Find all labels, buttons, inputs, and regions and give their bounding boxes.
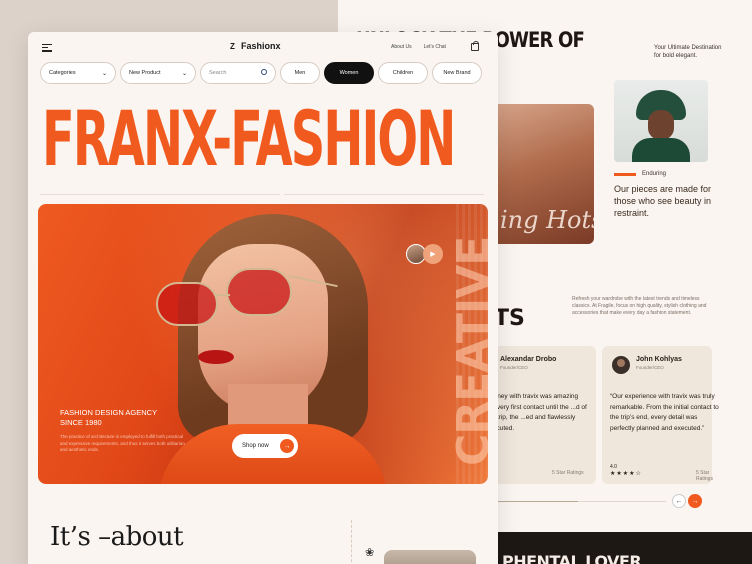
filter-men-label: Men — [294, 70, 306, 76]
shop-now-button[interactable]: Shop now → — [232, 434, 298, 458]
testimonial-name: John Kohlyas — [636, 356, 682, 363]
testimonial-quote: ...urney with travix was amazing ...e ve… — [486, 393, 587, 432]
new-product-dropdown[interactable]: New Product ⌄ — [120, 62, 196, 84]
destination-line-1: Your Ultimate Destination — [654, 45, 722, 51]
nav-about-us[interactable]: About Us — [391, 44, 412, 50]
top-nav: Z Fashionx About Us Let's Chat — [28, 32, 498, 62]
ratings-label: 5 Star Ratings — [696, 470, 713, 482]
hero-banner: CREATIVE ▶ FASHION DESIGN AGENCY SINCE 1… — [38, 204, 488, 484]
brand-logo[interactable]: Z Fashionx — [228, 41, 281, 51]
photo-script-text: ing Hots — [500, 206, 594, 234]
hat-model-photo — [614, 80, 708, 162]
arrow-left-icon: ← — [675, 497, 683, 505]
menu-icon[interactable] — [42, 44, 52, 52]
next-button[interactable]: → — [688, 494, 702, 508]
pieces-text: Our pieces are made for those who see be… — [614, 184, 712, 218]
testimonial-quote: “Our experience with travix was truly re… — [610, 393, 719, 432]
agency-text: FASHION DESIGN AGENCY SINCE 1980 — [60, 408, 157, 427]
filter-new-brand-label: New Brand — [443, 70, 471, 76]
logo-mark-icon: Z — [230, 41, 235, 51]
enduring-label: Enduring — [614, 171, 666, 177]
ratings-label: 5 Star Ratings — [552, 470, 584, 476]
section-title-fragment: TS — [494, 306, 525, 331]
body-shape — [632, 138, 690, 162]
flower-icon: ❀ — [365, 547, 375, 559]
chevron-down-icon: ⌄ — [181, 71, 187, 77]
carousel-progress-fill — [488, 501, 578, 502]
accent-bar — [614, 172, 636, 176]
shopping-bag-icon[interactable] — [471, 41, 479, 51]
play-icon[interactable]: ▶ — [423, 244, 443, 264]
carousel-progress — [488, 501, 666, 502]
filter-women-label: Women — [339, 70, 359, 76]
categories-dropdown[interactable]: Categories ⌄ — [40, 62, 116, 84]
shop-now-label: Shop now — [242, 443, 269, 449]
prev-button[interactable]: ← — [672, 494, 686, 508]
creative-vertical-text: CREATIVE — [448, 236, 488, 466]
model-photo: ing Hots — [486, 104, 594, 244]
brand-name: Fashionx — [241, 41, 281, 51]
front-page: Z Fashionx About Us Let's Chat Categorie… — [28, 32, 498, 564]
testimonial-card-2: John Kohlyas Founder/CEO “Our experience… — [602, 346, 719, 484]
top-links: About Us Let's Chat — [391, 44, 446, 50]
filter-bar: Categories ⌄ New Product ⌄ Search Men Wo… — [40, 62, 482, 84]
rating-stars: ★★★★☆ — [610, 471, 642, 477]
testimonial-name: Alexandar Drobo — [500, 356, 557, 363]
arrow-right-icon: → — [280, 439, 294, 453]
sunglasses-lens-left — [156, 282, 218, 326]
agency-blurb: The practice of architecture is employed… — [60, 434, 185, 452]
new-product-label: New Product — [129, 70, 161, 76]
destination-text: Your Ultimate Destination for bold elega… — [654, 44, 721, 60]
divider — [40, 194, 280, 195]
categories-label: Categories — [49, 70, 76, 76]
search-icon — [261, 69, 267, 75]
testimonial-card-1: Alexandar Drobo Founder/CEO ...urney wit… — [486, 346, 596, 484]
enduring-text: Enduring — [642, 171, 667, 177]
nav-lets-chat[interactable]: Let's Chat — [424, 44, 446, 50]
filter-children[interactable]: Children — [378, 62, 428, 84]
testimonial-role: Founder/CEO — [500, 365, 528, 370]
filter-men[interactable]: Men — [280, 62, 320, 84]
avatar — [612, 356, 630, 374]
about-photo — [384, 550, 476, 564]
filter-new-brand[interactable]: New Brand — [432, 62, 482, 84]
testimonial-role: Founder/CEO — [636, 365, 664, 370]
refresh-text: Refresh your wardrobe with the latest tr… — [572, 296, 707, 316]
about-heading: It’s –about — [50, 522, 184, 552]
chevron-down-icon: ⌄ — [101, 71, 107, 77]
sunglasses-bridge — [214, 294, 230, 296]
dashed-divider — [351, 520, 352, 564]
filter-women[interactable]: Women — [324, 62, 374, 84]
hero-title: FRANX-FASHION — [42, 94, 456, 183]
face-shape — [648, 110, 674, 140]
destination-line-2: for bold elegant. — [654, 53, 698, 59]
arrow-right-icon: → — [691, 497, 699, 505]
filter-children-label: Children — [392, 70, 414, 76]
search-input[interactable]: Search — [200, 62, 276, 84]
sunglasses-lens-right — [226, 268, 292, 316]
video-widget[interactable]: ▶ — [406, 244, 443, 264]
dark-section-title: PHENTAL LOVER — [502, 552, 642, 564]
dark-section: PHENTAL LOVER — [498, 532, 752, 564]
divider — [284, 194, 484, 195]
hero-lips — [198, 350, 234, 364]
search-placeholder: Search — [209, 70, 227, 76]
